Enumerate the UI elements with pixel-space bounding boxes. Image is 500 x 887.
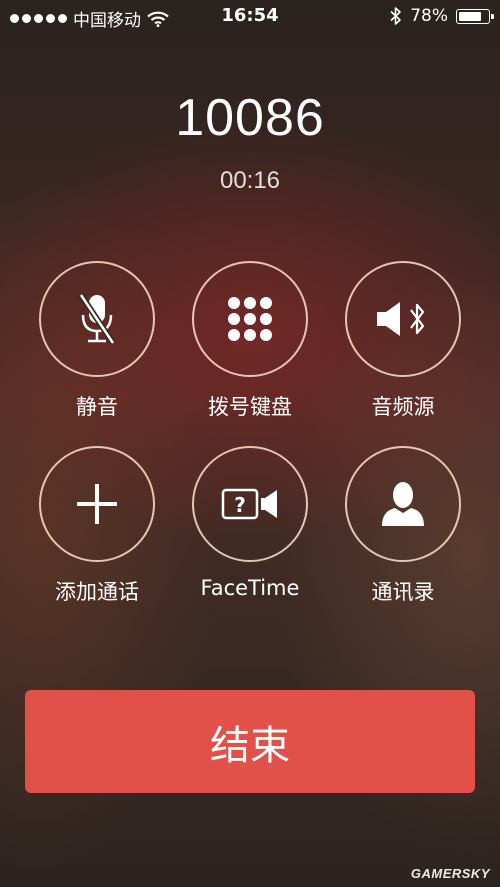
keypad-circle[interactable] — [192, 261, 308, 377]
add-call-icon — [77, 484, 117, 524]
audio-source-label: 音频源 — [371, 395, 435, 419]
mute-icon — [78, 293, 116, 345]
facetime-label: FaceTime — [200, 576, 300, 600]
call-duration: 00:16 — [219, 167, 281, 194]
audio-source-button[interactable]: 音频源 — [323, 261, 483, 421]
contacts-icon — [382, 482, 424, 526]
mute-button[interactable]: 静音 — [17, 261, 177, 421]
status-right: 78% — [390, 6, 494, 26]
contacts-circle[interactable] — [345, 446, 461, 562]
contacts-button[interactable]: 通讯录 — [323, 446, 483, 606]
audio-source-circle[interactable] — [345, 261, 461, 377]
mute-circle[interactable] — [39, 261, 155, 377]
keypad-icon — [228, 297, 272, 341]
battery-fill — [459, 11, 481, 21]
end-call-button[interactable]: 结束 — [25, 690, 475, 793]
facetime-button[interactable]: ? FaceTime — [170, 446, 330, 600]
facetime-circle[interactable]: ? — [192, 446, 308, 562]
end-call-label: 结束 — [210, 722, 290, 769]
audio-source-icon — [377, 302, 425, 336]
battery-icon — [456, 8, 494, 24]
watermark: GAMERSKY — [410, 866, 490, 881]
contacts-label: 通讯录 — [371, 580, 435, 604]
keypad-label: 拨号键盘 — [208, 395, 292, 419]
facetime-icon: ? — [221, 488, 277, 520]
add-call-button[interactable]: 添加通话 — [17, 446, 177, 606]
svg-text:?: ? — [234, 493, 246, 517]
status-bar: 中国移动 16:54 78% — [0, 0, 500, 34]
mute-label: 静音 — [76, 395, 118, 419]
bluetooth-icon — [390, 7, 402, 25]
add-call-label: 添加通话 — [55, 580, 139, 604]
battery-percent: 78% — [410, 6, 448, 26]
keypad-button[interactable]: 拨号键盘 — [170, 261, 330, 421]
add-call-circle[interactable] — [39, 446, 155, 562]
call-number: 10086 — [175, 89, 325, 147]
